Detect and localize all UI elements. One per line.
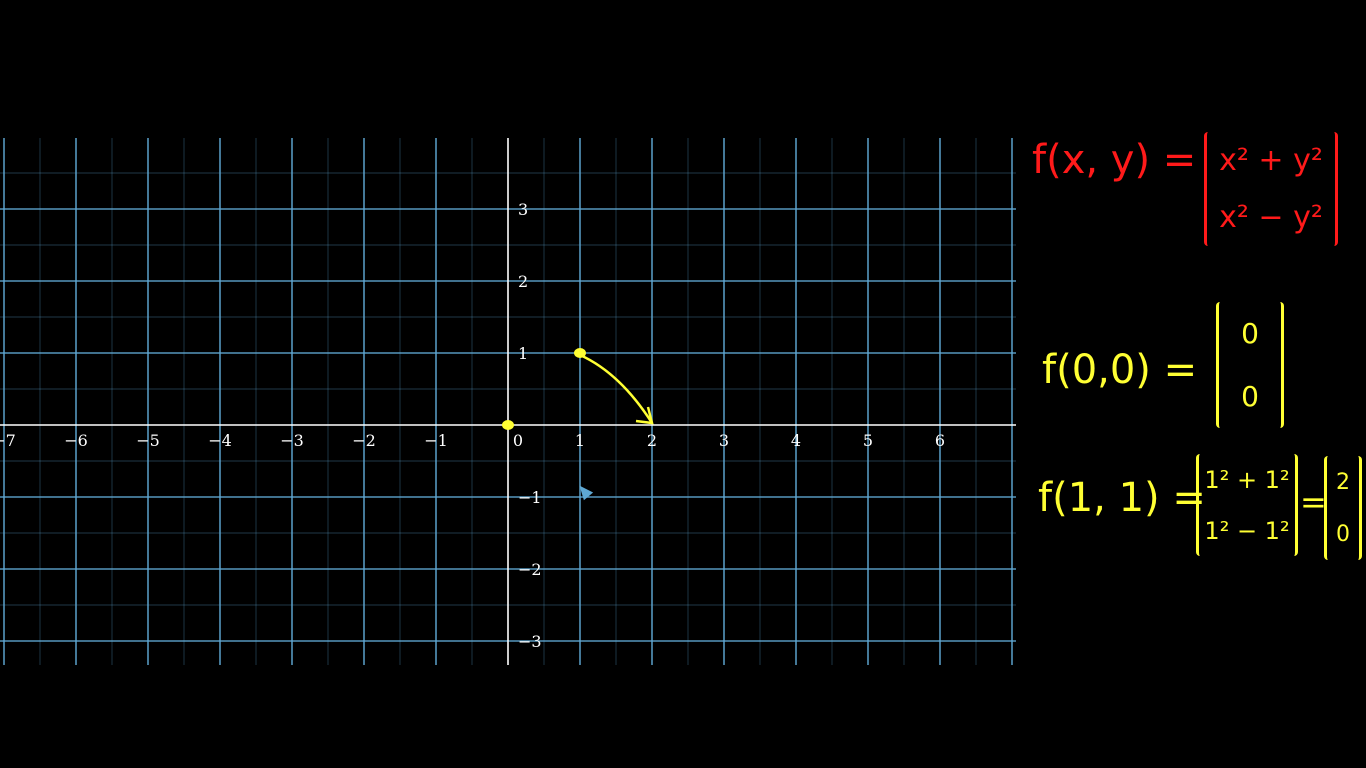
eval-origin-matrix: 0 0 — [1216, 302, 1284, 428]
eval-origin-row-1: 0 — [1241, 317, 1259, 350]
x-tick-label: −1 — [424, 431, 448, 450]
function-definition-matrix: x² + y² x² − y² — [1204, 132, 1338, 246]
y-tick-label: −2 — [518, 560, 542, 579]
x-tick-label: 6 — [935, 431, 945, 450]
eval-origin-lhs: f(0,0) = — [1042, 347, 1198, 393]
eval-origin-row-2: 0 — [1241, 380, 1259, 413]
y-tick-label: 2 — [518, 272, 528, 291]
x-tick-label: −4 — [208, 431, 232, 450]
eval-one-row-1: 1² + 1² — [1204, 465, 1290, 494]
eval-one-row-2: 1² − 1² — [1204, 516, 1290, 545]
x-tick-label: −6 — [64, 431, 88, 450]
x-tick-label: 5 — [863, 431, 873, 450]
x-tick-label: −7 — [0, 431, 16, 450]
y-tick-label: −1 — [518, 488, 542, 507]
x-tick-label: 4 — [791, 431, 801, 450]
definition-row-1: x² + y² — [1219, 143, 1323, 178]
origin-dot — [502, 420, 514, 430]
x-tick-label: −2 — [352, 431, 376, 450]
eval-one-equals: = — [1300, 483, 1327, 521]
x-tick-label: 2 — [647, 431, 657, 450]
x-tick-label: 0 — [513, 431, 523, 450]
x-tick-label: −3 — [280, 431, 304, 450]
function-definition-lhs: f(x, y) = — [1032, 137, 1197, 183]
y-tick-label: −3 — [518, 632, 542, 651]
lecture-frame: −7 −6 −5 −4 −3 −2 −1 0 1 2 3 4 5 6 3 2 1 −1 −2 −3 f(x, y) =… — [0, 0, 1366, 768]
definition-row-2: x² − y² — [1219, 200, 1323, 235]
y-tick-label: 1 — [518, 344, 528, 363]
eval-one-lhs: f(1, 1) = — [1038, 475, 1206, 521]
eval-one-result-row-1: 2 — [1336, 469, 1350, 495]
x-tick-label: 1 — [575, 431, 585, 450]
eval-one-matrix: 1² + 1² 1² − 1² — [1196, 454, 1298, 556]
eval-one-result-matrix: 2 0 — [1324, 456, 1362, 560]
eval-one-result-row-2: 0 — [1336, 521, 1350, 547]
y-tick-label: 3 — [518, 200, 528, 219]
x-tick-label: 3 — [719, 431, 729, 450]
x-tick-label: −5 — [136, 431, 160, 450]
